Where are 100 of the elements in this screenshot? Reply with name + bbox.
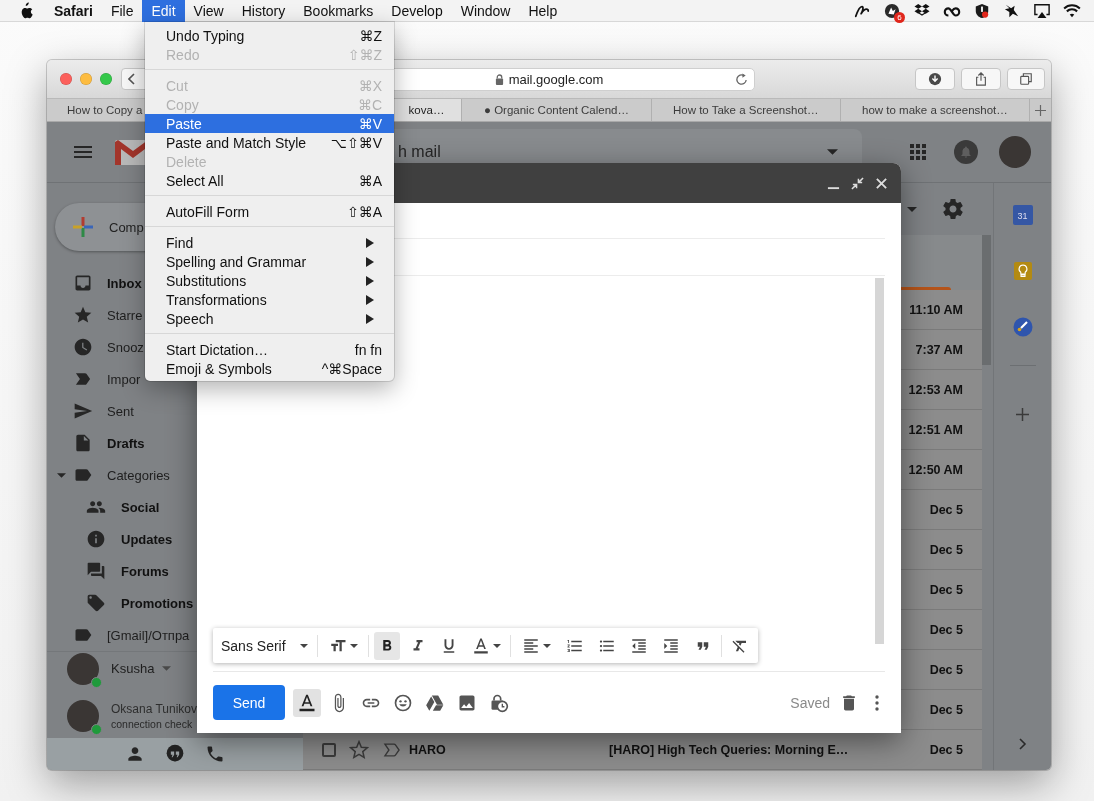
nav-item[interactable]: Promotions — [47, 587, 194, 619]
clock-icon — [73, 337, 93, 357]
indent-less-icon[interactable] — [629, 636, 648, 655]
profile-avatar[interactable] — [999, 136, 1031, 168]
menu-bar-item[interactable]: Help — [519, 0, 567, 22]
dropdown-caret-icon[interactable] — [827, 149, 838, 155]
keyboard-shortcut: ⌘X — [358, 77, 382, 94]
menu-item[interactable]: Speech — [145, 309, 394, 328]
nav-item[interactable]: Updates — [47, 523, 173, 555]
download-button[interactable] — [915, 68, 955, 90]
share-button[interactable] — [961, 68, 1001, 90]
menu-item[interactable]: Emoji & Symbols ^⌘Space — [145, 359, 394, 378]
close-icon[interactable] — [875, 176, 888, 190]
menu-bar-item[interactable]: View — [184, 0, 233, 22]
quote-bubble-icon[interactable] — [165, 744, 185, 764]
exit-fullscreen-icon[interactable] — [851, 176, 864, 190]
avatar[interactable] — [67, 652, 99, 685]
email-subject: [HARO] High Tech Queries: Morning E… — [609, 742, 849, 757]
tag-icon — [86, 593, 106, 613]
lock-clock-icon[interactable] — [489, 692, 509, 713]
dropdown-caret-icon[interactable] — [907, 206, 917, 212]
menu-bar-item[interactable]: Window — [451, 0, 520, 22]
nav-item[interactable]: Impor — [47, 363, 141, 395]
star-icon — [73, 305, 93, 325]
bold-button[interactable] — [374, 631, 400, 660]
menu-bar-item[interactable]: File — [101, 0, 143, 22]
round-app-icon[interactable] — [883, 2, 901, 19]
apple-icon[interactable] — [20, 2, 34, 19]
keyboard-shortcut: ⇧⌘A — [346, 203, 382, 220]
menu-item[interactable]: Start Dictation… fn fn — [145, 340, 394, 359]
nav-item[interactable]: Snooz — [47, 331, 144, 363]
email-row[interactable]: HARO [HARO] High Tech Queries: Morning E… Dec 5 — [303, 730, 982, 770]
menu-bar-item[interactable]: Bookmarks — [294, 0, 383, 22]
wifi-icon[interactable] — [1063, 2, 1081, 19]
contact-name[interactable]: Oksana Tunikov — [111, 702, 198, 716]
settings-icon[interactable] — [941, 197, 965, 221]
menu-item[interactable]: Undo Typing ⌘Z — [145, 26, 394, 45]
nav-item[interactable]: Forums — [47, 555, 169, 587]
menu-bar-item[interactable]: Edit — [142, 0, 185, 22]
email-time: 7:37 AM — [915, 342, 963, 357]
email-time: Dec 5 — [929, 582, 963, 597]
dropdown-caret-icon — [542, 643, 551, 648]
nav-item[interactable]: Starre — [47, 299, 143, 331]
send-icon — [73, 401, 93, 421]
expand-caret-icon[interactable] — [57, 472, 66, 478]
more-options-icon[interactable] — [875, 694, 879, 711]
keyboard-shortcut: ⇧⌘Z — [347, 46, 382, 63]
tabs-overview-button[interactable] — [1007, 68, 1045, 90]
message-body-field[interactable]: Sans Serif — [213, 383, 875, 671]
nav-item[interactable]: Social — [47, 491, 160, 523]
chevron-right-icon[interactable] — [1018, 738, 1027, 750]
download-icon — [928, 72, 942, 86]
scrollbar-thumb[interactable] — [982, 235, 991, 365]
keyboard-shortcut: ⌘Z — [359, 27, 382, 44]
save-status: Saved — [790, 694, 830, 711]
menu-item[interactable]: Paste ⌘V — [145, 114, 394, 133]
menu-item[interactable]: Transformations — [145, 290, 394, 309]
menu-bar-item[interactable]: Develop — [382, 0, 452, 22]
avatar[interactable] — [67, 700, 99, 732]
nav-item[interactable]: Categories — [47, 459, 170, 491]
keyboard-shortcut: fn fn — [354, 341, 382, 358]
shield-icon[interactable] — [973, 2, 991, 19]
text-color-icon — [471, 636, 490, 655]
check-circle-icon[interactable] — [1012, 317, 1033, 337]
app-menu[interactable]: Safari — [45, 0, 102, 22]
indent-more-icon[interactable] — [661, 636, 680, 655]
menu-item[interactable]: Spelling and Grammar — [145, 252, 394, 271]
menu-bar-item[interactable]: History — [232, 0, 295, 22]
calendar-icon[interactable]: 31 — [1012, 205, 1033, 225]
scrollbar-thumb[interactable] — [875, 278, 884, 644]
emoji-icon[interactable] — [393, 692, 413, 713]
email-time: 11:10 AM — [909, 302, 963, 317]
dropdown-caret-icon — [492, 643, 501, 648]
font-select[interactable]: Sans Serif — [213, 631, 312, 660]
notification-badge: 6 — [894, 11, 905, 23]
align-left-icon — [521, 636, 540, 655]
email-time: Dec 5 — [929, 502, 963, 517]
formatting-options-button[interactable] — [293, 688, 321, 717]
reload-icon[interactable] — [735, 72, 748, 86]
phone-icon[interactable] — [205, 744, 225, 764]
email-time: Dec 5 — [929, 542, 963, 557]
dropdown-caret-icon — [299, 643, 308, 648]
nav-item[interactable]: Sent — [47, 395, 134, 427]
menu-item[interactable]: Substitutions — [145, 271, 394, 290]
contact-name[interactable]: Ksusha — [111, 661, 155, 676]
keyboard-shortcut: ⌘A — [358, 172, 382, 189]
screen-mirroring-icon[interactable] — [1033, 2, 1051, 19]
info-icon — [86, 529, 106, 549]
nav-item[interactable]: Inbox — [47, 267, 142, 299]
notification-bell-icon[interactable] — [954, 140, 978, 164]
chat-bubbles-icon — [86, 561, 106, 581]
close-window-icon[interactable] — [60, 73, 72, 85]
add-icon[interactable] — [1016, 408, 1029, 421]
dropdown-caret-icon — [349, 643, 358, 648]
send-button[interactable]: Send — [213, 685, 285, 720]
checkbox[interactable] — [322, 742, 336, 757]
nav-item[interactable]: [Gmail]/Отпра — [47, 619, 190, 651]
star-icon[interactable] — [349, 739, 369, 760]
lightbulb-note-icon[interactable] — [1012, 261, 1033, 281]
nav-item[interactable]: Drafts — [47, 427, 145, 459]
